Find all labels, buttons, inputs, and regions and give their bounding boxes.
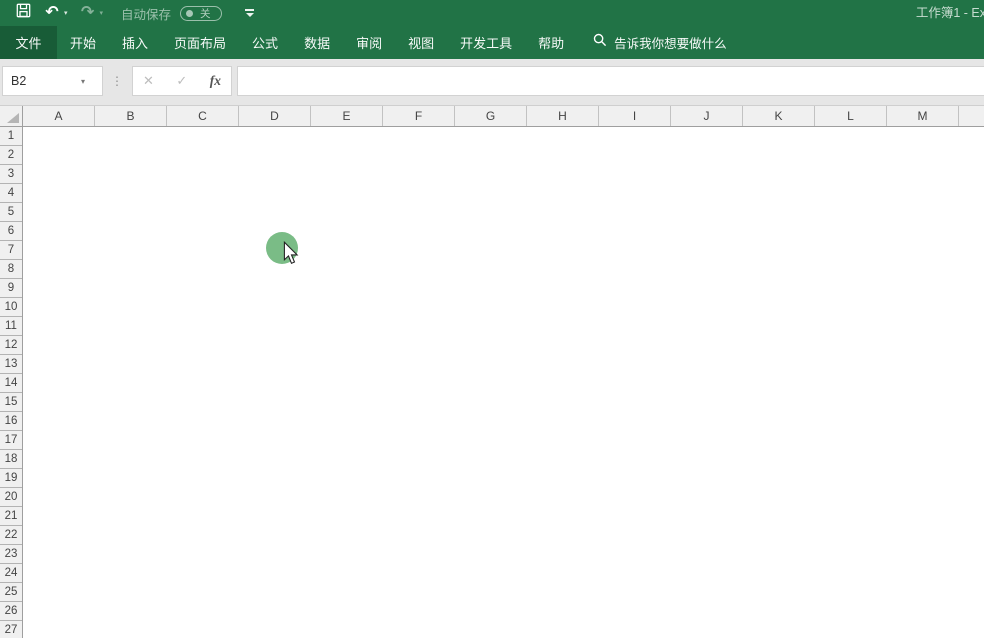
column-header-C[interactable]: C: [167, 106, 239, 126]
row-header-27[interactable]: 27: [0, 621, 22, 638]
row-header-strip: 1234567891011121314151617181920212223242…: [0, 127, 23, 638]
tab-review[interactable]: 审阅: [343, 26, 395, 59]
formula-bar: ▾ ⋮ ✕ ✓ fx: [0, 59, 984, 106]
customize-qat-button[interactable]: [244, 9, 255, 17]
row-header-4[interactable]: 4: [0, 184, 22, 203]
formula-input[interactable]: [237, 66, 984, 96]
row-header-5[interactable]: 5: [0, 203, 22, 222]
row-header-23[interactable]: 23: [0, 545, 22, 564]
formula-bar-splitter[interactable]: ⋮: [110, 66, 124, 96]
row-header-26[interactable]: 26: [0, 602, 22, 621]
ribbon-tabbar: 文件开始插入页面布局公式数据审阅视图开发工具帮助 告诉我你想要做什么: [0, 26, 984, 59]
search-icon: [593, 33, 607, 52]
tell-me-label: 告诉我你想要做什么: [614, 33, 727, 52]
undo-dropdown-caret[interactable]: ▾: [64, 9, 68, 17]
row-header-3[interactable]: 3: [0, 165, 22, 184]
enter-icon[interactable]: ✓: [176, 73, 187, 89]
save-icon: [16, 3, 31, 23]
tab-view[interactable]: 视图: [395, 26, 447, 59]
tab-help[interactable]: 帮助: [525, 26, 577, 59]
row-header-19[interactable]: 19: [0, 469, 22, 488]
row-header-21[interactable]: 21: [0, 507, 22, 526]
row-header-9[interactable]: 9: [0, 279, 22, 298]
row-header-22[interactable]: 22: [0, 526, 22, 545]
column-header-M[interactable]: M: [887, 106, 959, 126]
row-header-2[interactable]: 2: [0, 146, 22, 165]
select-all-triangle-icon: [7, 113, 19, 123]
column-header-J[interactable]: J: [671, 106, 743, 126]
row-header-13[interactable]: 13: [0, 355, 22, 374]
autosave-label: 自动保存: [121, 4, 171, 23]
row-header-8[interactable]: 8: [0, 260, 22, 279]
quick-access-toolbar: ↶ ▾ ↷ ▾ 自动保存 关: [0, 0, 255, 26]
row-header-20[interactable]: 20: [0, 488, 22, 507]
mouse-cursor-icon: [283, 241, 299, 270]
tab-page-layout[interactable]: 页面布局: [161, 26, 239, 59]
tab-home[interactable]: 开始: [57, 26, 109, 59]
row-header-18[interactable]: 18: [0, 450, 22, 469]
column-header-E[interactable]: E: [311, 106, 383, 126]
row-header-15[interactable]: 15: [0, 393, 22, 412]
row-header-1[interactable]: 1: [0, 127, 22, 146]
undo-icon: ↶: [45, 5, 58, 21]
grid-canvas[interactable]: [23, 127, 984, 638]
row-header-14[interactable]: 14: [0, 374, 22, 393]
customize-qat-icon: [245, 9, 254, 11]
row-header-6[interactable]: 6: [0, 222, 22, 241]
row-header-7[interactable]: 7: [0, 241, 22, 260]
undo-button[interactable]: ↶: [42, 0, 62, 26]
redo-icon: ↷: [81, 5, 94, 21]
column-header-K[interactable]: K: [743, 106, 815, 126]
column-header-F[interactable]: F: [383, 106, 455, 126]
ribbon-tabs: 文件开始插入页面布局公式数据审阅视图开发工具帮助: [0, 26, 577, 59]
row-header-24[interactable]: 24: [0, 564, 22, 583]
column-header-strip: ABCDEFGHIJKLM: [0, 106, 984, 127]
column-header-D[interactable]: D: [239, 106, 311, 126]
column-headers: ABCDEFGHIJKLM: [23, 106, 984, 126]
redo-button[interactable]: ↷: [78, 0, 98, 26]
autosave-state: 关: [200, 6, 211, 21]
column-header-B[interactable]: B: [95, 106, 167, 126]
name-box-input[interactable]: [3, 74, 77, 88]
tab-data[interactable]: 数据: [291, 26, 343, 59]
column-header-G[interactable]: G: [455, 106, 527, 126]
row-header-17[interactable]: 17: [0, 431, 22, 450]
column-header-A[interactable]: A: [23, 106, 95, 126]
tell-me-search[interactable]: 告诉我你想要做什么: [593, 26, 727, 59]
column-header-I[interactable]: I: [599, 106, 671, 126]
tab-insert[interactable]: 插入: [109, 26, 161, 59]
tab-file[interactable]: 文件: [0, 26, 57, 59]
cancel-icon[interactable]: ✕: [143, 73, 154, 89]
insert-function-icon[interactable]: fx: [210, 73, 221, 89]
name-box[interactable]: ▾: [2, 66, 103, 96]
formula-buttons: ✕ ✓ fx: [132, 66, 232, 96]
save-button[interactable]: [13, 0, 33, 26]
row-header-11[interactable]: 11: [0, 317, 22, 336]
titlebar: ↶ ▾ ↷ ▾ 自动保存 关 工作簿1 - Ex: [0, 0, 984, 26]
redo-dropdown-caret[interactable]: ▾: [100, 9, 104, 17]
excel-window: ↶ ▾ ↷ ▾ 自动保存 关 工作簿1 - Ex 文件开始插入页面布局公式数据审…: [0, 0, 984, 638]
select-all-button[interactable]: [0, 106, 23, 126]
column-header-L[interactable]: L: [815, 106, 887, 126]
row-header-10[interactable]: 10: [0, 298, 22, 317]
tab-developer[interactable]: 开发工具: [447, 26, 525, 59]
column-header-H[interactable]: H: [527, 106, 599, 126]
toggle-dot-icon: [186, 10, 193, 17]
row-header-12[interactable]: 12: [0, 336, 22, 355]
row-header-25[interactable]: 25: [0, 583, 22, 602]
window-title: 工作簿1 - Ex: [916, 0, 984, 26]
autosave-toggle[interactable]: 关: [180, 6, 222, 21]
row-header-16[interactable]: 16: [0, 412, 22, 431]
column-header-partial[interactable]: [959, 106, 984, 126]
name-box-dropdown-icon[interactable]: ▾: [81, 77, 85, 86]
tab-formulas[interactable]: 公式: [239, 26, 291, 59]
